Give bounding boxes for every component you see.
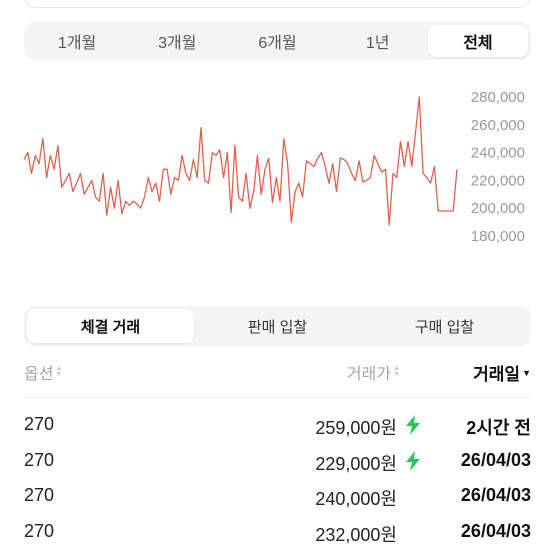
row-date: 26/04/03 — [460, 520, 531, 541]
row-price: 232,000원 — [315, 524, 397, 545]
tab-sell-bids[interactable]: 판매 입찰 — [194, 309, 361, 343]
y-tick-label: 200,000 — [471, 200, 525, 217]
tab-buy-bids[interactable]: 구매 입찰 — [361, 309, 528, 343]
row-date: 2시간 전 — [466, 418, 531, 438]
row-price: 240,000원 — [315, 489, 397, 509]
top-card-edge — [24, 0, 531, 8]
sort-arrows-icon: ▲ ▼ — [55, 365, 63, 378]
row-price: 259,000원 — [315, 418, 397, 438]
tab-6-months[interactable]: 6개월 — [227, 25, 327, 57]
price-series-line — [23, 96, 458, 226]
sort-desc-icon: ▼ — [522, 367, 531, 378]
price-chart-svg: 280,000 260,000 240,000 220,000 200,000 180,0… — [23, 89, 525, 245]
table-row: 270 232,000원 26/04/03 — [24, 513, 531, 549]
tab-1-year[interactable]: 1년 — [328, 25, 428, 57]
table-row: 270 259,000원 2시간 전 — [24, 406, 531, 442]
trade-list: 270 259,000원 2시간 전 270 229,000원 26/04/03… — [24, 406, 531, 548]
lightning-bolt-icon — [404, 450, 422, 471]
row-date: 26/04/03 — [460, 485, 531, 505]
row-date: 26/04/03 — [460, 449, 531, 470]
y-tick-label: 180,000 — [471, 228, 525, 245]
row-option: 270 — [24, 520, 55, 541]
tab-1-month[interactable]: 1개월 — [27, 25, 127, 57]
y-tick-label: 260,000 — [471, 117, 525, 134]
trade-tabs: 체결 거래 판매 입찰 구매 입찰 — [24, 306, 531, 346]
table-row: 270 229,000원 26/04/03 — [24, 442, 531, 478]
tab-all[interactable]: 전체 — [427, 25, 529, 57]
tab-3-months[interactable]: 3개월 — [127, 25, 227, 57]
price-chart: 280,000 260,000 240,000 220,000 200,000 180,0… — [0, 70, 555, 270]
table-row: 270 240,000원 26/04/03 — [24, 477, 531, 513]
header-price[interactable]: 거래가 ▲ ▼ — [347, 360, 400, 384]
period-tabs: 1개월 3개월 6개월 1년 전체 — [24, 22, 531, 60]
row-option: 270 — [24, 449, 55, 470]
sort-arrows-icon: ▲ ▼ — [393, 365, 400, 378]
divider — [24, 397, 531, 398]
y-tick-label: 220,000 — [471, 172, 525, 189]
y-tick-label: 280,000 — [471, 89, 525, 106]
header-option[interactable]: 옵션 ▲ ▼ — [24, 360, 62, 384]
tab-completed-trades[interactable]: 체결 거래 — [27, 309, 194, 343]
header-date-label: 거래일 — [473, 365, 521, 384]
row-price: 229,000원 — [315, 453, 397, 474]
row-option: 270 — [24, 414, 55, 434]
y-tick-label: 240,000 — [471, 145, 525, 162]
header-option-label: 옵션 — [24, 366, 54, 383]
row-option: 270 — [24, 485, 55, 505]
header-price-label: 거래가 — [346, 366, 392, 383]
lightning-bolt-icon — [404, 415, 422, 435]
header-date[interactable]: 거래일 ▼ — [473, 360, 531, 385]
table-header: 옵션 ▲ ▼ 거래가 ▲ ▼ 거래일 ▼ — [24, 356, 531, 388]
